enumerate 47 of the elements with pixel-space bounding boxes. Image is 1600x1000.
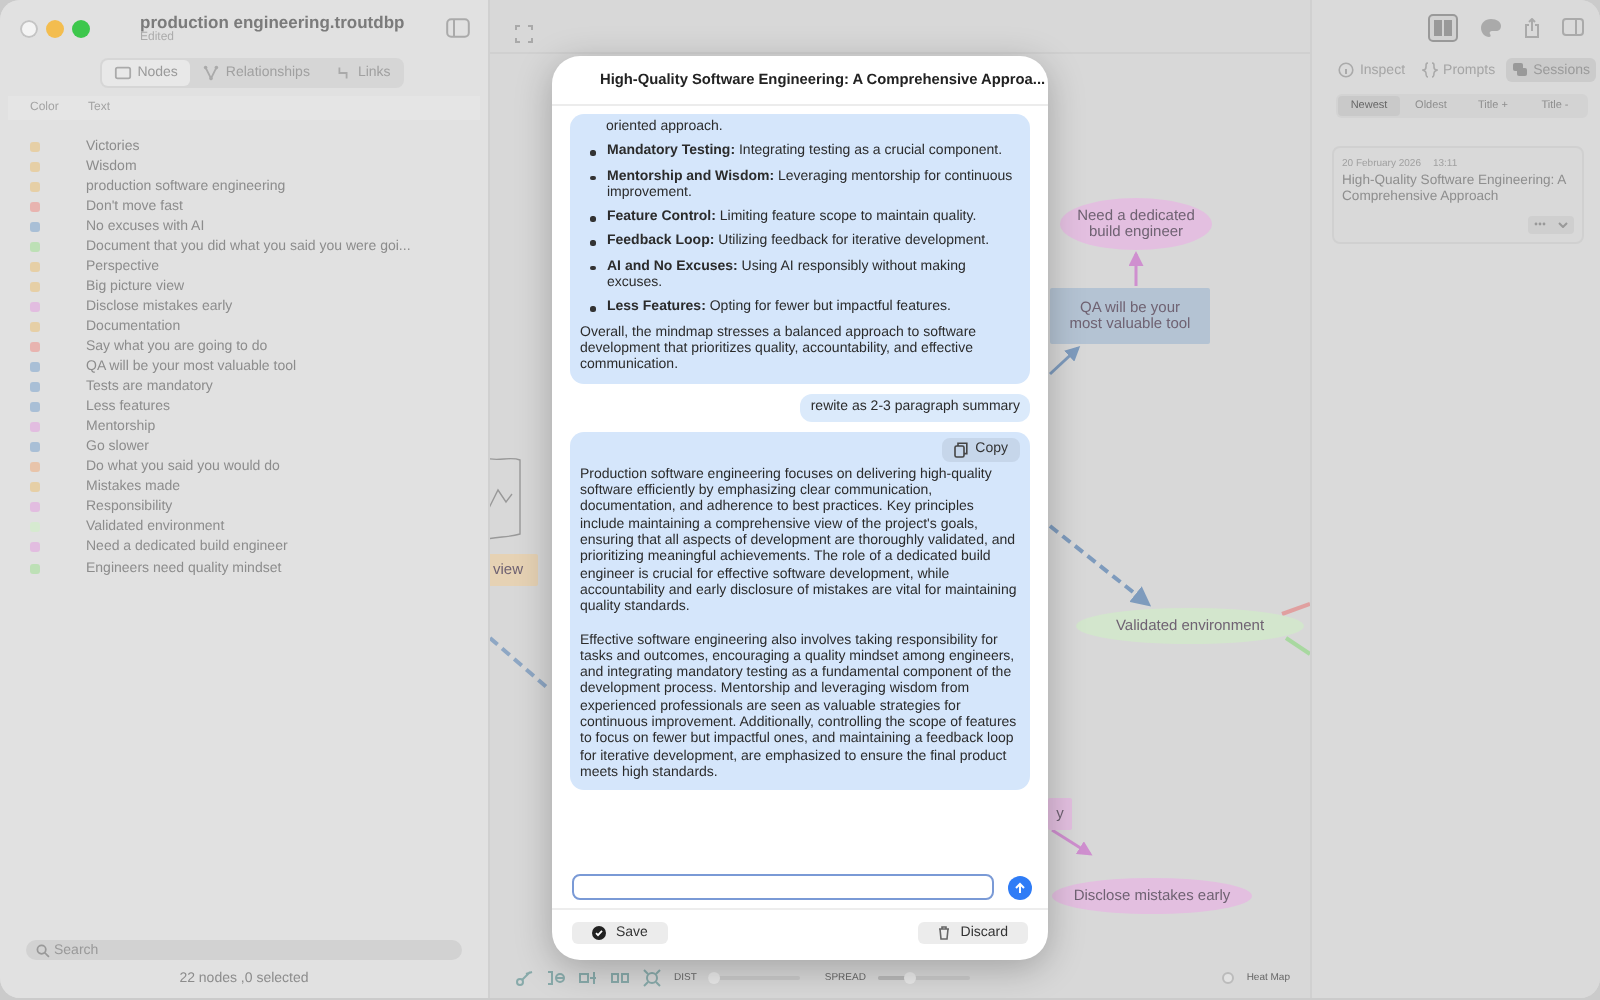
copy-icon xyxy=(953,441,968,458)
trash-icon xyxy=(938,926,951,940)
arrow xyxy=(1048,345,1081,376)
sketch-drawing xyxy=(490,454,522,542)
close-button[interactable] xyxy=(20,19,38,37)
arrow xyxy=(1128,251,1144,286)
message-field[interactable] xyxy=(572,874,994,900)
connector-line xyxy=(1281,602,1310,616)
bullet-icon xyxy=(590,265,595,271)
connector-line xyxy=(1284,636,1310,656)
ellipsis-icon xyxy=(1534,222,1546,227)
node-icon xyxy=(113,64,132,82)
fit-view-icon[interactable] xyxy=(514,24,534,44)
minimize-button[interactable] xyxy=(46,19,64,37)
layout-icon[interactable] xyxy=(1428,13,1458,41)
bullet-icon xyxy=(590,216,595,222)
sidebar-toggle-icon[interactable] xyxy=(446,18,470,38)
sidebar-toggle-icon[interactable] xyxy=(1562,18,1584,36)
info-icon xyxy=(1337,62,1354,78)
align-left-icon[interactable] xyxy=(546,968,566,988)
document-title: production engineering.troutdbp xyxy=(140,12,407,32)
bullet-icon xyxy=(590,150,595,156)
bullet-icon xyxy=(590,175,595,181)
expand-button[interactable] xyxy=(1552,215,1574,234)
braces-icon xyxy=(1421,62,1438,78)
palette-icon[interactable] xyxy=(1480,17,1502,37)
send-button[interactable] xyxy=(1008,875,1032,899)
more-button[interactable] xyxy=(1528,215,1552,234)
wand-icon[interactable] xyxy=(514,968,534,988)
arrow xyxy=(1051,828,1093,856)
dashed-line xyxy=(490,636,552,692)
chevron-down-icon xyxy=(1558,221,1568,228)
dashed-arrow xyxy=(1048,524,1152,607)
relationship-icon xyxy=(201,64,220,82)
arrow-up-icon xyxy=(1014,881,1026,893)
bullet-icon xyxy=(590,306,595,312)
heat-map-checkbox[interactable] xyxy=(1222,972,1235,984)
checkmark-icon xyxy=(592,926,606,940)
columns-icon[interactable] xyxy=(610,968,630,988)
scatter-icon[interactable] xyxy=(642,968,662,988)
zoom-button[interactable] xyxy=(72,19,90,37)
search-icon xyxy=(36,943,50,957)
node-add-icon[interactable] xyxy=(578,968,598,988)
share-icon[interactable] xyxy=(1524,17,1540,37)
link-icon xyxy=(333,64,352,82)
bullet-icon xyxy=(590,240,595,246)
chat-icon xyxy=(1511,62,1528,78)
